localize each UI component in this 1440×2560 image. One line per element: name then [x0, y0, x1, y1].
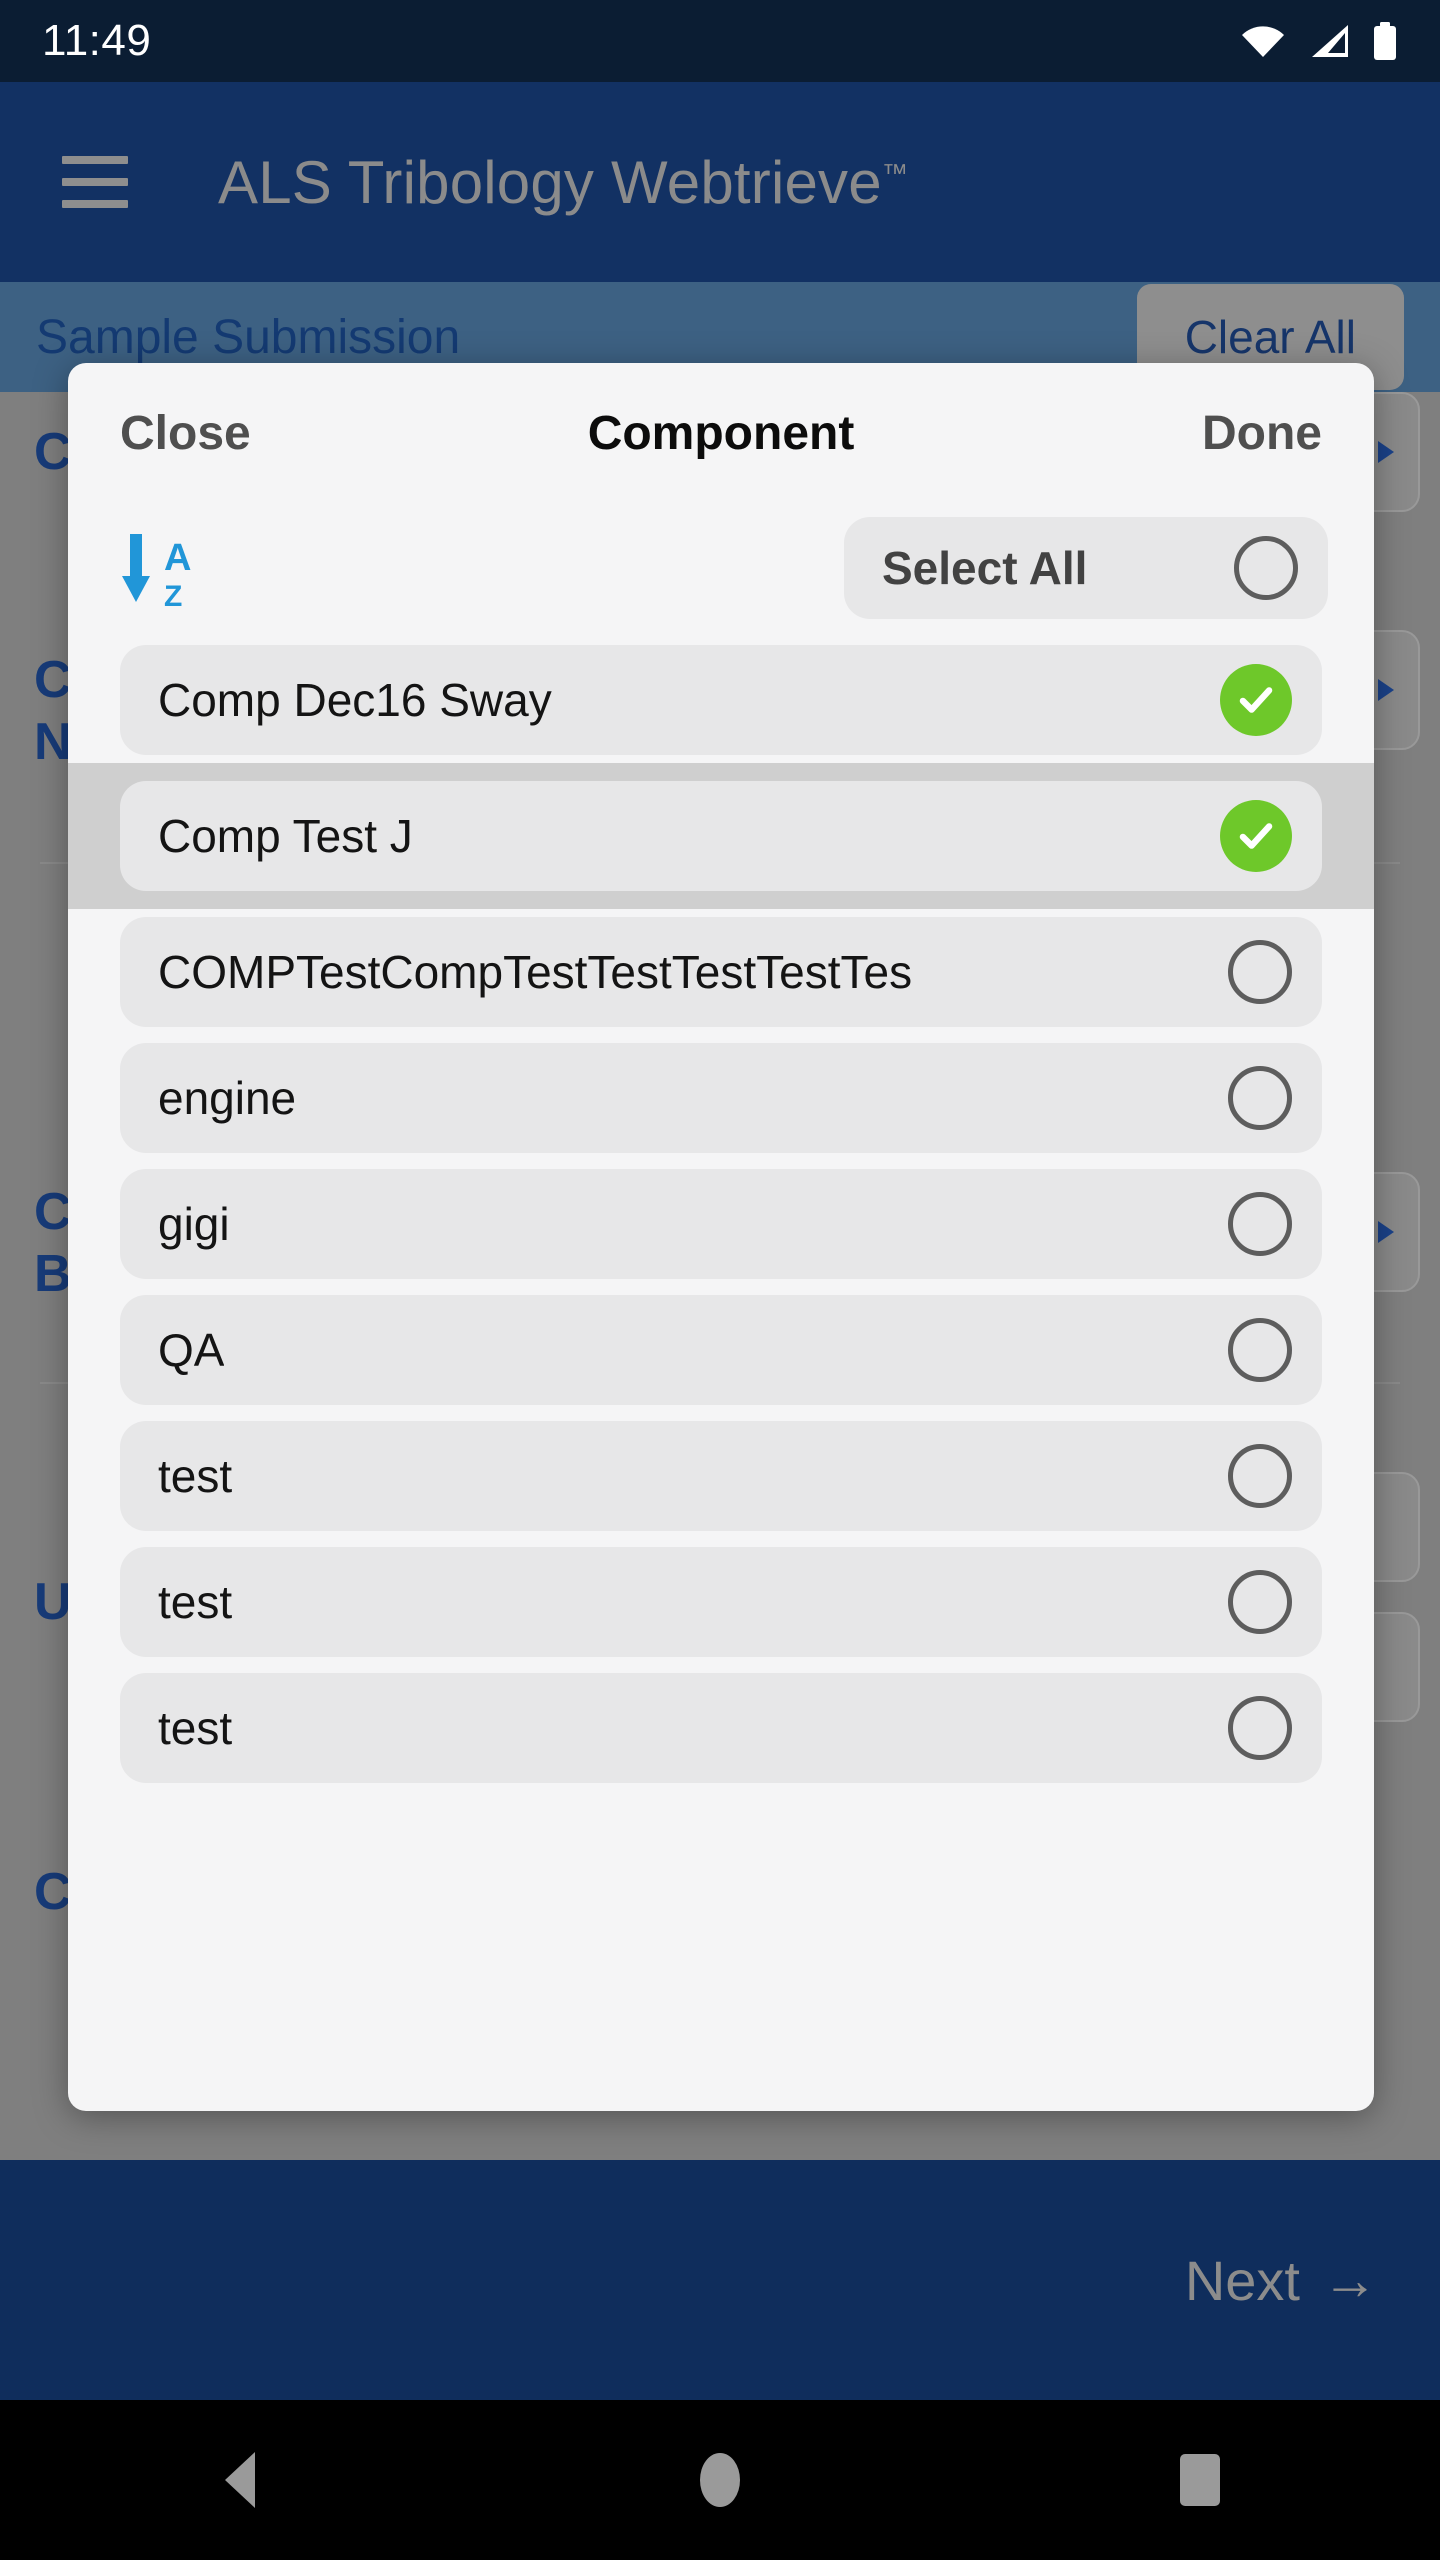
sample-submission-title: Sample Submission — [36, 310, 461, 364]
unchecked-icon[interactable] — [1228, 1318, 1292, 1382]
background-field-label: U — [34, 1573, 72, 1631]
list-item[interactable]: test — [120, 1673, 1322, 1783]
android-navigation-bar — [0, 2400, 1440, 2560]
list-row: test — [68, 1539, 1374, 1665]
list-item[interactable]: QA — [120, 1295, 1322, 1405]
phone-screen: 11:49 ALS Tribology Webtrieve™ Sample Su… — [0, 0, 1440, 2560]
background-field-label: C — [34, 651, 72, 709]
close-button[interactable]: Close — [120, 406, 251, 461]
background-field-label: N — [34, 713, 72, 771]
list-item[interactable]: gigi — [120, 1169, 1322, 1279]
battery-icon — [1372, 22, 1398, 60]
unchecked-icon[interactable] — [1228, 1066, 1292, 1130]
background-field: C — [34, 1182, 72, 1242]
list-item-label: engine — [158, 1072, 297, 1124]
list-item[interactable]: test — [120, 1421, 1322, 1531]
unchecked-icon[interactable] — [1228, 1192, 1292, 1256]
select-all-label: Select All — [882, 542, 1088, 594]
status-bar-icons — [1240, 22, 1398, 60]
list-item-label: test — [158, 1576, 233, 1628]
background-field-label: B — [34, 1245, 72, 1303]
list-item[interactable]: Comp Test J — [120, 781, 1322, 891]
arrow-right-icon: → — [1322, 2248, 1378, 2311]
sort-alpha-ascending-icon[interactable]: A Z — [120, 526, 198, 613]
unchecked-icon[interactable] — [1228, 1696, 1292, 1760]
list-item[interactable]: Comp Dec16 Sway — [120, 645, 1322, 755]
list-item[interactable]: engine — [120, 1043, 1322, 1153]
component-list: Comp Dec16 Sway Comp Test J COMPTestComp… — [68, 637, 1374, 1827]
background-field: C — [34, 1862, 72, 1922]
background-field-label: C — [34, 1863, 72, 1921]
list-row: engine — [68, 1035, 1374, 1161]
chevron-right-icon — [1378, 1221, 1394, 1243]
list-row: QA — [68, 1287, 1374, 1413]
background-field-label: C — [34, 423, 72, 481]
next-button-label: Next — [1184, 2248, 1300, 2312]
list-item[interactable]: COMPTestCompTestTestTestTestTes — [120, 917, 1322, 1027]
modal-toolbar: A Z Select All — [68, 503, 1374, 637]
list-row-highlighted: Comp Test J — [68, 763, 1374, 909]
done-button[interactable]: Done — [1202, 406, 1322, 461]
chevron-right-icon — [1378, 679, 1394, 701]
background-field: U — [34, 1572, 72, 1632]
app-title-text: ALS Tribology Webtrieve — [218, 148, 882, 216]
list-item-label: gigi — [158, 1198, 230, 1250]
recents-icon[interactable] — [1140, 2435, 1260, 2525]
background-field: N — [34, 712, 72, 772]
list-item-label: Comp Dec16 Sway — [158, 674, 552, 726]
list-item-label: QA — [158, 1324, 225, 1376]
bottom-action-bar: Next → — [0, 2160, 1440, 2400]
svg-text:Z: Z — [164, 580, 182, 610]
svg-text:A: A — [164, 537, 191, 579]
unchecked-icon[interactable] — [1228, 940, 1292, 1004]
select-all-checkbox-unchecked-icon[interactable] — [1234, 536, 1298, 600]
select-all-row[interactable]: Select All — [844, 517, 1328, 619]
list-item-label: test — [158, 1702, 233, 1754]
status-bar: 11:49 — [0, 0, 1440, 82]
chevron-right-icon — [1378, 441, 1394, 463]
list-item-label: COMPTestCompTestTestTestTestTes — [158, 946, 913, 998]
app-bar: ALS Tribology Webtrieve™ — [0, 82, 1440, 282]
modal-title: Component — [587, 406, 855, 460]
background-field: B — [34, 1244, 72, 1304]
background-field-label: C — [34, 1183, 72, 1241]
status-bar-time: 11:49 — [42, 16, 152, 65]
list-row: gigi — [68, 1161, 1374, 1287]
unchecked-icon[interactable] — [1228, 1570, 1292, 1634]
list-row: test — [68, 1413, 1374, 1539]
background-field: C — [34, 422, 72, 482]
list-row: test — [68, 1665, 1374, 1791]
list-row: COMPTestCompTestTestTestTestTes — [68, 909, 1374, 1035]
home-icon[interactable] — [660, 2435, 780, 2525]
next-button[interactable]: Next → — [1185, 2248, 1378, 2313]
cellular-signal-icon — [1308, 24, 1350, 58]
component-picker-modal: Close Component Done A Z Select All Comp… — [68, 363, 1374, 2111]
background-field: C — [34, 650, 72, 710]
list-item[interactable]: test — [120, 1547, 1322, 1657]
page-title: ALS Tribology Webtrieve™ — [218, 148, 908, 217]
checked-icon[interactable] — [1220, 664, 1292, 736]
wifi-icon — [1240, 24, 1286, 58]
unchecked-icon[interactable] — [1228, 1444, 1292, 1508]
modal-header: Close Component Done — [68, 363, 1374, 503]
trademark-symbol: ™ — [881, 157, 909, 188]
list-row: Comp Dec16 Sway — [68, 637, 1374, 763]
list-item-label: test — [158, 1450, 233, 1502]
checked-icon[interactable] — [1220, 800, 1292, 872]
hamburger-menu-icon[interactable] — [62, 156, 128, 208]
list-item-label: Comp Test J — [158, 810, 413, 862]
back-icon[interactable] — [180, 2435, 300, 2525]
